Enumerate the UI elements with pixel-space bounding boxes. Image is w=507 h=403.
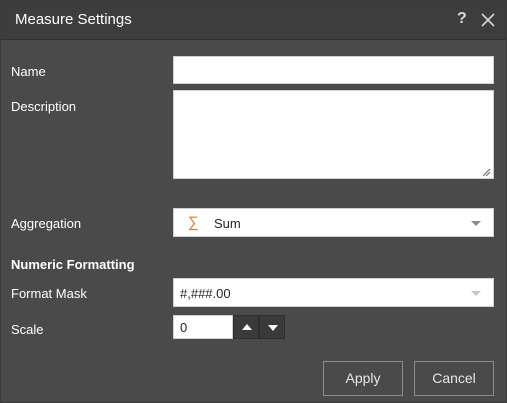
close-icon[interactable] — [479, 11, 497, 29]
aggregation-label: Aggregation — [11, 216, 82, 231]
chevron-down-icon — [471, 221, 481, 226]
aggregation-value: Sum — [214, 216, 241, 231]
sigma-icon: ∑ — [188, 214, 199, 231]
triangle-down-icon — [268, 325, 278, 331]
format-mask-value: #,###.00 — [180, 286, 231, 301]
name-label: Name — [11, 64, 46, 79]
format-mask-select[interactable]: #,###.00 — [173, 278, 494, 307]
aggregation-select[interactable]: ∑ Sum — [173, 208, 494, 237]
format-mask-label: Format Mask — [11, 286, 87, 301]
numeric-formatting-heading: Numeric Formatting — [11, 257, 135, 272]
title-bar: Measure Settings ? — [1, 1, 506, 40]
scale-input[interactable] — [173, 315, 233, 339]
dialog-title: Measure Settings — [15, 11, 132, 28]
description-textarea[interactable] — [173, 90, 494, 179]
measure-settings-dialog: Measure Settings ? Name Description Aggr… — [0, 0, 507, 403]
cancel-button[interactable]: Cancel — [414, 361, 494, 396]
scale-label: Scale — [11, 322, 44, 337]
apply-button[interactable]: Apply — [323, 361, 403, 396]
scale-increment-button[interactable] — [233, 315, 259, 339]
triangle-up-icon — [242, 324, 252, 330]
scale-decrement-button[interactable] — [259, 315, 285, 339]
resize-grip-icon[interactable] — [481, 167, 491, 177]
name-input[interactable] — [173, 56, 494, 84]
description-label: Description — [11, 99, 77, 114]
help-icon[interactable]: ? — [457, 10, 467, 28]
chevron-down-icon — [471, 291, 481, 296]
